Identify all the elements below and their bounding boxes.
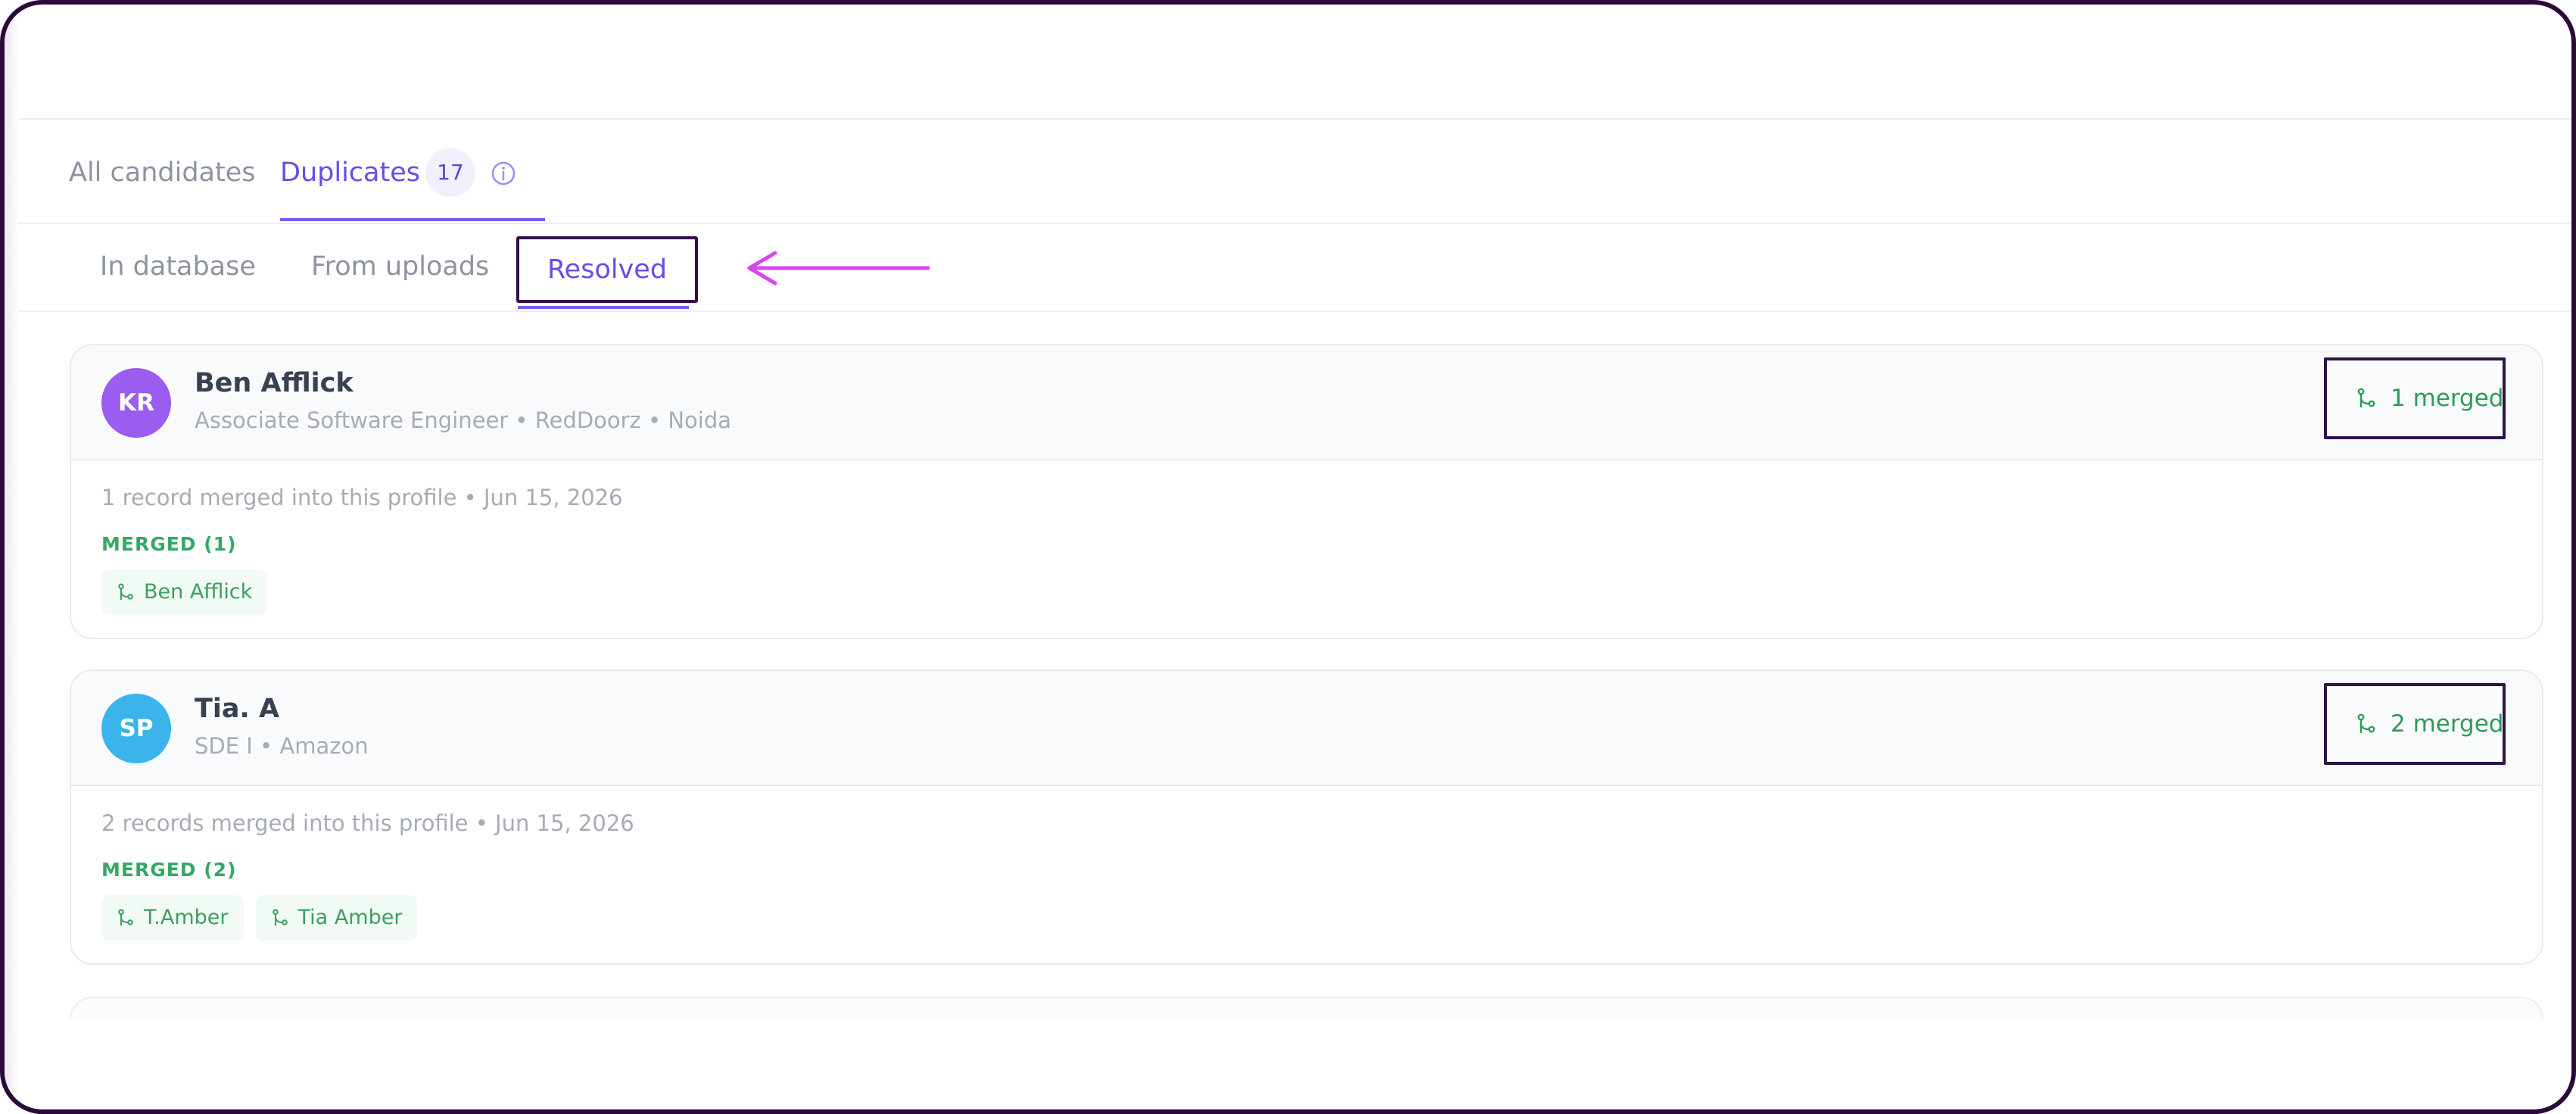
candidate-card: SP Tia. A SDE I • Amazon 2 merged 2 reco… — [70, 669, 2543, 965]
window-edge-shadow — [5, 5, 18, 1109]
merged-count-badge[interactable]: 2 merged — [2324, 683, 2506, 765]
tab-all-candidates[interactable]: All candidates — [69, 153, 256, 192]
tab-duplicates[interactable]: Duplicates — [280, 153, 420, 192]
avatar: SP — [101, 694, 171, 763]
merged-record-chip[interactable]: Tia Amber — [255, 895, 418, 941]
subtab-resolved-underline — [518, 306, 689, 309]
candidate-card: KR Ben Afflick Associate Software Engine… — [70, 344, 2543, 639]
merge-icon — [118, 583, 133, 601]
candidate-card-header: KR Ben Afflick Associate Software Engine… — [71, 345, 2542, 460]
candidate-card-header: SP Tia. A SDE I • Amazon 2 merged — [71, 671, 2542, 786]
merged-count-label: 1 merged — [2391, 385, 2504, 412]
candidate-name[interactable]: Tia. A — [195, 694, 279, 724]
merge-icon — [272, 909, 288, 926]
merged-records-list: T.Amber Tia Amber — [101, 895, 418, 941]
merged-record-name: T.Amber — [144, 906, 229, 929]
merge-icon — [2357, 388, 2375, 408]
merged-records-list: Ben Afflick — [101, 569, 268, 615]
arrow-left-icon — [747, 251, 930, 286]
subtab-from-uploads[interactable]: From uploads — [311, 247, 489, 286]
subtabs-divider — [18, 310, 2571, 312]
merged-record-name: Tia Amber — [297, 906, 403, 929]
merged-record-chip[interactable]: T.Amber — [101, 895, 244, 941]
subtab-in-database[interactable]: In database — [100, 247, 256, 286]
merge-record-summary: 1 record merged into this profile • Jun … — [101, 485, 623, 510]
merge-record-summary: 2 records merged into this profile • Jun… — [101, 810, 634, 836]
info-icon[interactable] — [491, 161, 516, 186]
app-window: All candidates Duplicates 17 In database… — [0, 0, 2576, 1114]
merged-record-name: Ben Afflick — [144, 580, 253, 604]
header-divider — [18, 118, 2571, 120]
candidate-name[interactable]: Ben Afflick — [195, 368, 354, 398]
subtab-resolved[interactable]: Resolved — [516, 236, 698, 303]
tabs-divider — [18, 223, 2571, 224]
card-fade — [20, 1019, 2556, 1065]
merged-section-heading: MERGED (1) — [101, 533, 237, 555]
duplicates-count-badge: 17 — [425, 148, 475, 197]
candidate-subtitle: SDE I • Amazon — [195, 733, 369, 759]
avatar: KR — [101, 368, 171, 438]
candidate-subtitle: Associate Software Engineer • RedDoorz •… — [195, 407, 732, 433]
merged-record-chip[interactable]: Ben Afflick — [101, 569, 268, 615]
merged-section-heading: MERGED (2) — [101, 859, 237, 881]
tab-duplicates-underline — [280, 218, 545, 221]
merge-icon — [2357, 713, 2375, 734]
merge-icon — [118, 909, 133, 926]
merged-count-label: 2 merged — [2391, 710, 2504, 738]
merged-count-badge[interactable]: 1 merged — [2324, 357, 2506, 439]
